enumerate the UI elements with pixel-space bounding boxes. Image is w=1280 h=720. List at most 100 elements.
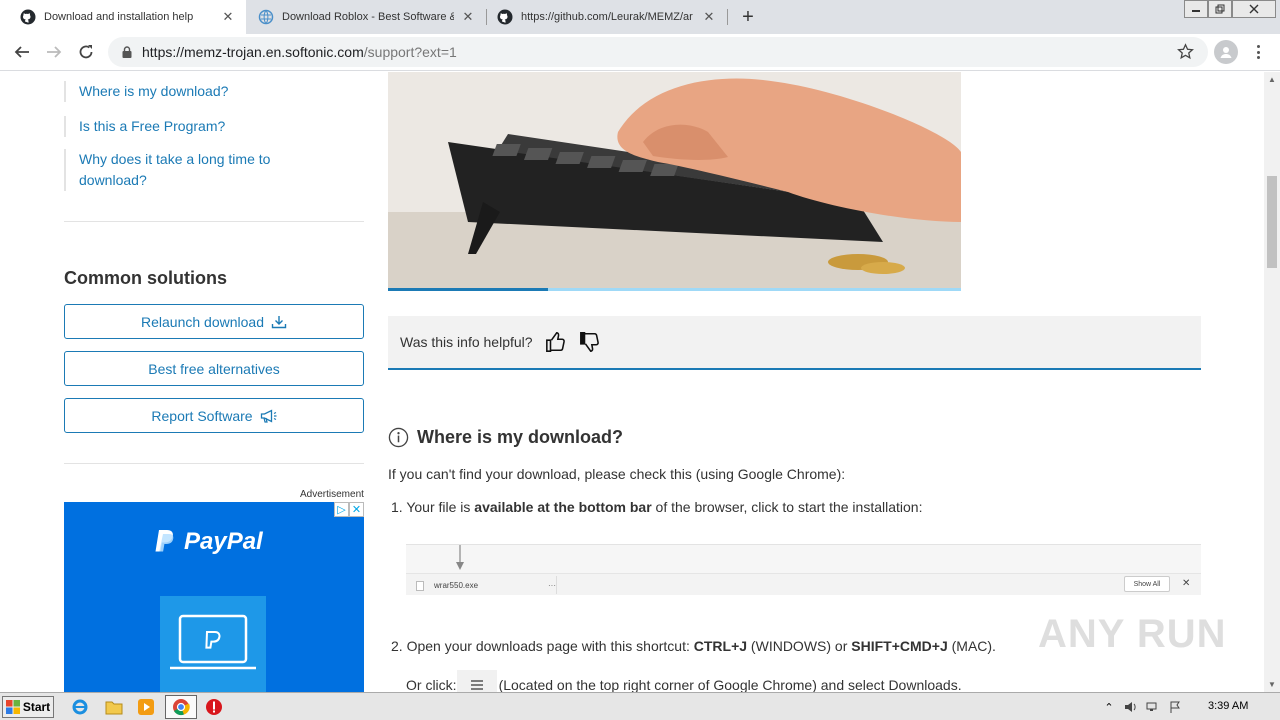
download-file-name: wrar550.exe — [434, 581, 479, 590]
down-arrow-icon — [455, 545, 465, 576]
or-click-after-text: (Located on the top right corner of Goog… — [498, 677, 962, 692]
download-bar-illustration: wrar550.exe ··· Show All ✕ — [406, 544, 1201, 595]
tab-close-icon[interactable]: ✕ — [460, 9, 476, 25]
step-text: (MAC). — [947, 638, 996, 654]
tab-github-memz[interactable]: https://github.com/Leurak/MEMZ/ar ✕ — [477, 0, 727, 34]
tab-roblox[interactable]: Download Roblox - Best Software & ✕ — [238, 0, 486, 34]
button-label: Relaunch download — [141, 313, 264, 330]
step-bold: CTRL+J — [693, 638, 748, 654]
ad-close-icon[interactable]: ✕ — [349, 502, 364, 517]
tab-separator — [727, 9, 728, 25]
file-explorer-icon[interactable] — [104, 697, 124, 717]
scroll-up-icon[interactable]: ▲ — [1268, 75, 1276, 84]
more-icon: ··· — [548, 581, 556, 590]
close-window-icon[interactable] — [1232, 0, 1276, 18]
step-text: (WINDOWS) or — [747, 638, 852, 654]
close-icon: ✕ — [1182, 578, 1191, 589]
lock-icon — [122, 46, 132, 58]
bookmark-star-icon[interactable] — [1177, 43, 1194, 63]
step-number: 1. — [391, 499, 403, 515]
tab-title: Download Roblox - Best Software & — [282, 11, 454, 23]
forward-arrow-icon[interactable] — [42, 40, 66, 64]
download-item: wrar550.exe ··· — [416, 577, 556, 594]
button-label: Best free alternatives — [148, 360, 280, 377]
minimize-icon[interactable] — [1184, 0, 1208, 18]
sidebar-divider — [64, 221, 364, 222]
browser-menu-icon[interactable] — [1250, 41, 1266, 63]
internet-explorer-icon[interactable] — [70, 697, 90, 717]
tab-close-icon[interactable]: ✕ — [220, 9, 236, 25]
adchoices-icon[interactable]: ▷ — [334, 502, 349, 517]
new-tab-button[interactable]: + — [736, 5, 760, 29]
video-progress-fill — [388, 288, 549, 291]
download-icon — [271, 315, 287, 329]
step-text: of the browser, click to start the insta… — [651, 499, 923, 515]
hamburger-menu-icon — [456, 670, 497, 692]
url-path: /support?ext=1 — [363, 44, 457, 60]
relaunch-download-button[interactable]: Relaunch download — [64, 304, 364, 339]
github-icon — [497, 9, 513, 25]
file-icon — [416, 580, 424, 591]
address-bar[interactable]: https://memz-trojan.en.softonic.com/supp… — [108, 37, 1208, 67]
feedback-question: Was this info helpful? — [400, 334, 533, 350]
step-text: Your file is — [406, 499, 475, 515]
step-bold: SHIFT+CMD+J — [851, 638, 948, 654]
intro-paragraph: If you can't find your download, please … — [388, 466, 846, 482]
action-center-flag-icon[interactable] — [1166, 699, 1184, 715]
profile-avatar-icon[interactable] — [1214, 40, 1238, 64]
chrome-icon[interactable] — [171, 697, 191, 717]
page-viewport: Where is my download? Is this a Free Pro… — [0, 72, 1264, 692]
sidebar-link-free-program[interactable]: Is this a Free Program? — [64, 116, 294, 137]
advertisement-label: Advertisement — [300, 489, 364, 500]
tray-expand-icon[interactable]: ⌃ — [1100, 699, 1118, 715]
paypal-brand-text: PayPal — [184, 528, 263, 555]
watermark-text: ANY RUN — [1038, 612, 1227, 656]
or-click-line: Or click: (Located on the top right corn… — [406, 670, 962, 692]
section-title-where-download: Where is my download? — [388, 427, 623, 448]
globe-icon — [258, 9, 274, 25]
step-number: 2. — [391, 638, 403, 654]
sidebar-link-long-time[interactable]: Why does it take a long time to download… — [64, 149, 294, 191]
volume-icon[interactable] — [1122, 699, 1140, 715]
paypal-advertisement[interactable]: ▷ ✕ PayPal — [64, 502, 364, 692]
start-label: Start — [22, 700, 51, 714]
windows-taskbar: Start ⌃ 3:39 AM — [0, 692, 1280, 720]
step-text: Open your downloads page with this short… — [406, 638, 694, 654]
restore-icon[interactable] — [1208, 0, 1232, 18]
paypal-logo: PayPal — [154, 528, 263, 556]
media-player-icon[interactable] — [136, 697, 156, 717]
stop-sign-icon[interactable] — [204, 697, 224, 717]
tab-download-help[interactable]: Download and installation help ✕ — [0, 0, 246, 34]
sidebar-link-where-download[interactable]: Where is my download? — [64, 81, 294, 102]
download-shelf: wrar550.exe ··· Show All ✕ — [406, 573, 1201, 595]
video-progress-bar[interactable] — [388, 288, 961, 291]
megaphone-icon — [260, 408, 277, 423]
browser-toolbar: https://memz-trojan.en.softonic.com/supp… — [0, 34, 1280, 71]
feedback-box: Was this info helpful? — [388, 316, 1201, 370]
tab-strip: Download and installation help ✕ Downloa… — [0, 0, 1280, 34]
anyrun-watermark: ANY RUN — [1038, 612, 1227, 657]
common-solutions-title: Common solutions — [64, 268, 227, 288]
report-software-button[interactable]: Report Software — [64, 398, 364, 433]
scroll-down-icon[interactable]: ▼ — [1268, 680, 1276, 689]
back-arrow-icon[interactable] — [10, 40, 34, 64]
sidebar-divider — [64, 463, 364, 464]
thumbs-up-icon[interactable] — [545, 331, 567, 353]
keyboard-hands-image — [388, 72, 961, 290]
scrollbar-thumb[interactable] — [1267, 176, 1277, 268]
section-title-text: Where is my download? — [417, 427, 624, 447]
tab-title: https://github.com/Leurak/MEMZ/ar — [521, 11, 693, 23]
show-all-label: Show All — [1124, 576, 1170, 592]
page-scrollbar[interactable]: ▲ ▼ — [1264, 72, 1280, 692]
thumbs-down-icon[interactable] — [579, 331, 601, 353]
network-icon[interactable] — [1144, 699, 1162, 715]
url-host: https://memz-trojan.en.softonic.com — [142, 44, 364, 60]
tab-close-icon[interactable]: ✕ — [701, 9, 717, 25]
start-button[interactable]: Start — [2, 696, 54, 718]
best-free-alternatives-button[interactable]: Best free alternatives — [64, 351, 364, 386]
video-thumbnail[interactable] — [388, 72, 961, 290]
reload-icon[interactable] — [74, 40, 98, 64]
tab-title: Download and installation help — [44, 11, 194, 23]
github-icon — [20, 9, 36, 25]
windows-logo-icon — [5, 700, 20, 714]
